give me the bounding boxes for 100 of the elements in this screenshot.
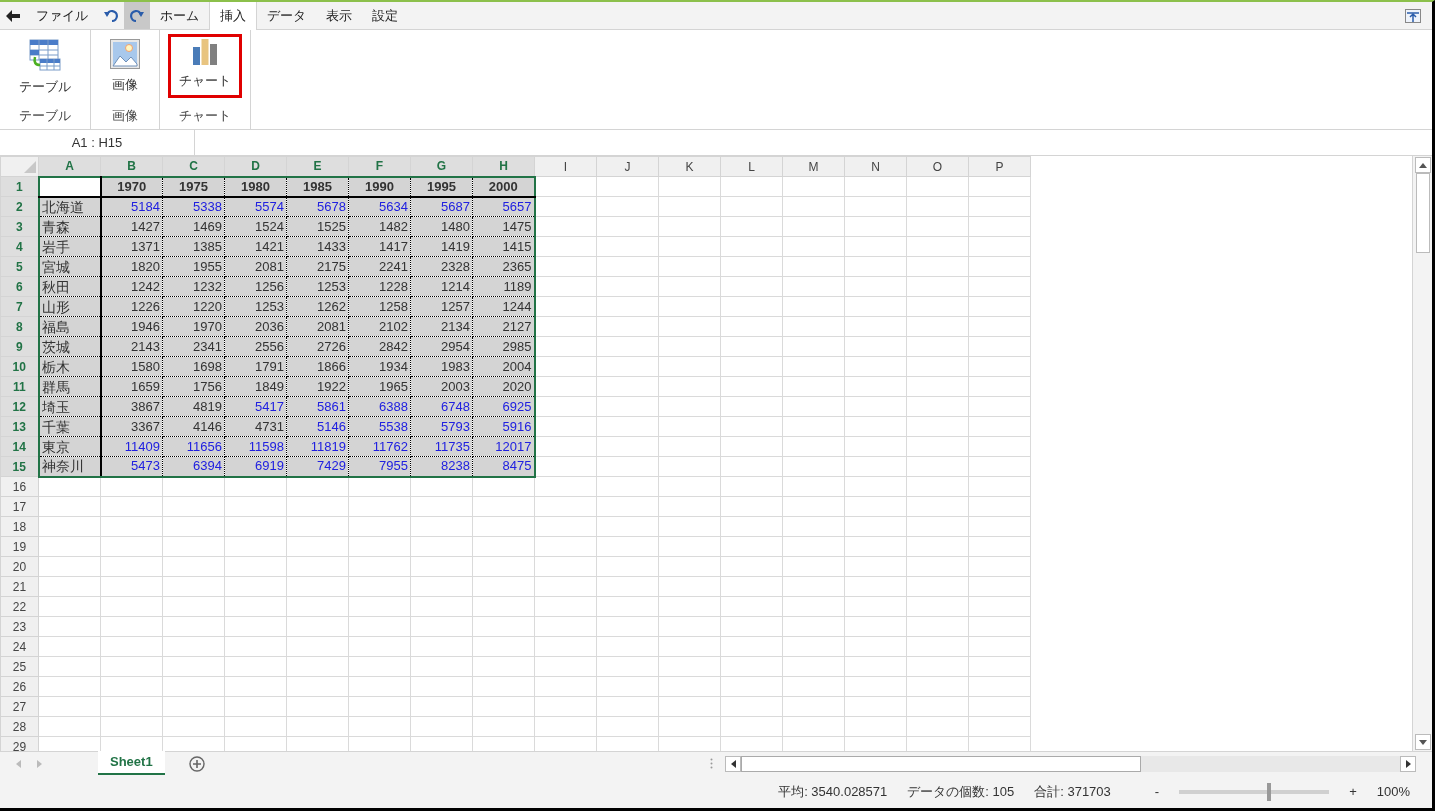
count-readout: データの個数: 105 <box>907 782 1015 801</box>
column-header[interactable]: D <box>224 156 287 177</box>
menu-tab[interactable]: データ <box>257 2 316 29</box>
row-header[interactable]: 20 <box>0 556 39 577</box>
add-sheet-icon[interactable] <box>188 755 205 772</box>
row-header[interactable]: 18 <box>0 516 39 537</box>
menu-tab[interactable]: 表示 <box>316 2 362 29</box>
column-header[interactable]: I <box>534 156 597 177</box>
column-header[interactable]: N <box>844 156 907 177</box>
group-label: テーブル <box>19 106 71 125</box>
table-cell: 5916 <box>472 416 535 437</box>
column-header[interactable]: M <box>782 156 845 177</box>
table-cell: 岩手 <box>38 236 101 257</box>
select-all-icon[interactable] <box>24 160 36 173</box>
previous-sheet-icon[interactable] <box>16 759 21 768</box>
column-header[interactable]: E <box>286 156 349 177</box>
column-header[interactable]: G <box>410 156 473 177</box>
row-header[interactable]: 12 <box>0 396 39 417</box>
column-header[interactable]: L <box>720 156 783 177</box>
ribbon-button[interactable]: 画像 <box>99 34 151 102</box>
row-header[interactable]: 10 <box>0 356 39 377</box>
slider-thumb[interactable] <box>1267 782 1272 801</box>
row-header[interactable]: 24 <box>0 636 39 657</box>
scroll-thumb[interactable] <box>741 755 1141 772</box>
average-readout: 平均: 3540.028571 <box>778 782 888 801</box>
row-header[interactable]: 9 <box>0 336 39 357</box>
zoom-in-button[interactable]: + <box>1349 781 1357 802</box>
row-header[interactable]: 8 <box>0 316 39 337</box>
row-header[interactable]: 3 <box>0 216 39 237</box>
table-cell: 埼玉 <box>38 396 101 417</box>
row-header[interactable]: 27 <box>0 696 39 717</box>
table-cell: 秋田 <box>38 276 101 297</box>
group-label: 画像 <box>112 106 138 125</box>
scroll-left-icon[interactable] <box>725 755 741 772</box>
table-cell: 1975 <box>162 176 225 197</box>
row-header[interactable]: 5 <box>0 256 39 277</box>
column-header[interactable]: B <box>100 156 163 177</box>
table-cell: 1415 <box>472 236 535 257</box>
ribbon-button[interactable]: テーブル <box>8 34 82 104</box>
splitter-icon[interactable] <box>710 758 713 769</box>
row-header[interactable]: 2 <box>0 196 39 217</box>
vertical-scrollbar[interactable] <box>1412 156 1432 751</box>
sheet-tab[interactable]: Sheet1 <box>98 751 165 775</box>
table-cell: 2004 <box>472 356 535 377</box>
scroll-thumb[interactable] <box>1415 173 1430 253</box>
horizontal-scrollbar[interactable] <box>741 755 1400 772</box>
group-label: チャート <box>179 106 231 125</box>
next-sheet-icon[interactable] <box>37 759 42 768</box>
column-header[interactable]: K <box>658 156 721 177</box>
ribbon-button[interactable]: チャート <box>168 34 242 98</box>
table-cell: 山形 <box>38 296 101 317</box>
column-header[interactable]: H <box>472 156 535 177</box>
table-cell: 7955 <box>348 456 411 477</box>
sum-readout: 合計: 371703 <box>1034 782 1111 801</box>
table-cell: 栃木 <box>38 356 101 377</box>
table-cell: 12017 <box>472 436 535 457</box>
row-header[interactable]: 11 <box>0 376 39 397</box>
row-header[interactable]: 19 <box>0 536 39 557</box>
scroll-up-icon[interactable] <box>1414 157 1431 173</box>
menu-tab[interactable]: 挿入 <box>209 2 257 30</box>
row-header[interactable]: 22 <box>0 596 39 617</box>
scroll-down-icon[interactable] <box>1414 734 1431 750</box>
row-header[interactable]: 15 <box>0 456 39 477</box>
menu-tab[interactable]: 設定 <box>362 2 408 29</box>
table-cell: 1985 <box>286 176 349 197</box>
row-header[interactable]: 21 <box>0 576 39 597</box>
table-cell: 6919 <box>224 456 287 477</box>
row-header[interactable]: 13 <box>0 416 39 437</box>
image-icon <box>110 39 140 69</box>
row-header[interactable]: 4 <box>0 236 39 257</box>
row-header[interactable]: 28 <box>0 716 39 737</box>
redo-icon[interactable] <box>124 2 150 29</box>
row-header[interactable]: 6 <box>0 276 39 297</box>
table-cell: 2365 <box>472 256 535 277</box>
column-header[interactable]: O <box>906 156 969 177</box>
table-cell: 東京 <box>38 436 101 457</box>
row-header[interactable]: 25 <box>0 656 39 677</box>
row-header[interactable]: 7 <box>0 296 39 317</box>
table-cell: 青森 <box>38 216 101 237</box>
menu-tab[interactable]: ファイル <box>26 2 98 29</box>
row-header[interactable]: 16 <box>0 476 39 497</box>
menu-tab[interactable]: ホーム <box>150 2 209 29</box>
row-header[interactable]: 23 <box>0 616 39 637</box>
row-header[interactable]: 14 <box>0 436 39 457</box>
table-cell: 1244 <box>472 296 535 317</box>
zoom-out-button[interactable]: - <box>1154 781 1160 802</box>
column-header[interactable]: P <box>968 156 1031 177</box>
column-header[interactable]: J <box>596 156 659 177</box>
column-header[interactable]: C <box>162 156 225 177</box>
row-header[interactable]: 1 <box>0 176 39 197</box>
table-cell: 7429 <box>286 456 349 477</box>
row-header[interactable]: 17 <box>0 496 39 517</box>
column-header[interactable]: A <box>38 156 101 177</box>
column-header[interactable]: F <box>348 156 411 177</box>
scroll-right-icon[interactable] <box>1400 755 1416 772</box>
table-cell: 1995 <box>410 176 473 197</box>
row-header[interactable]: 26 <box>0 676 39 697</box>
table-cell: 福島 <box>38 316 101 337</box>
table-cell: 1990 <box>348 176 411 197</box>
table-cell: 1970 <box>100 176 163 197</box>
